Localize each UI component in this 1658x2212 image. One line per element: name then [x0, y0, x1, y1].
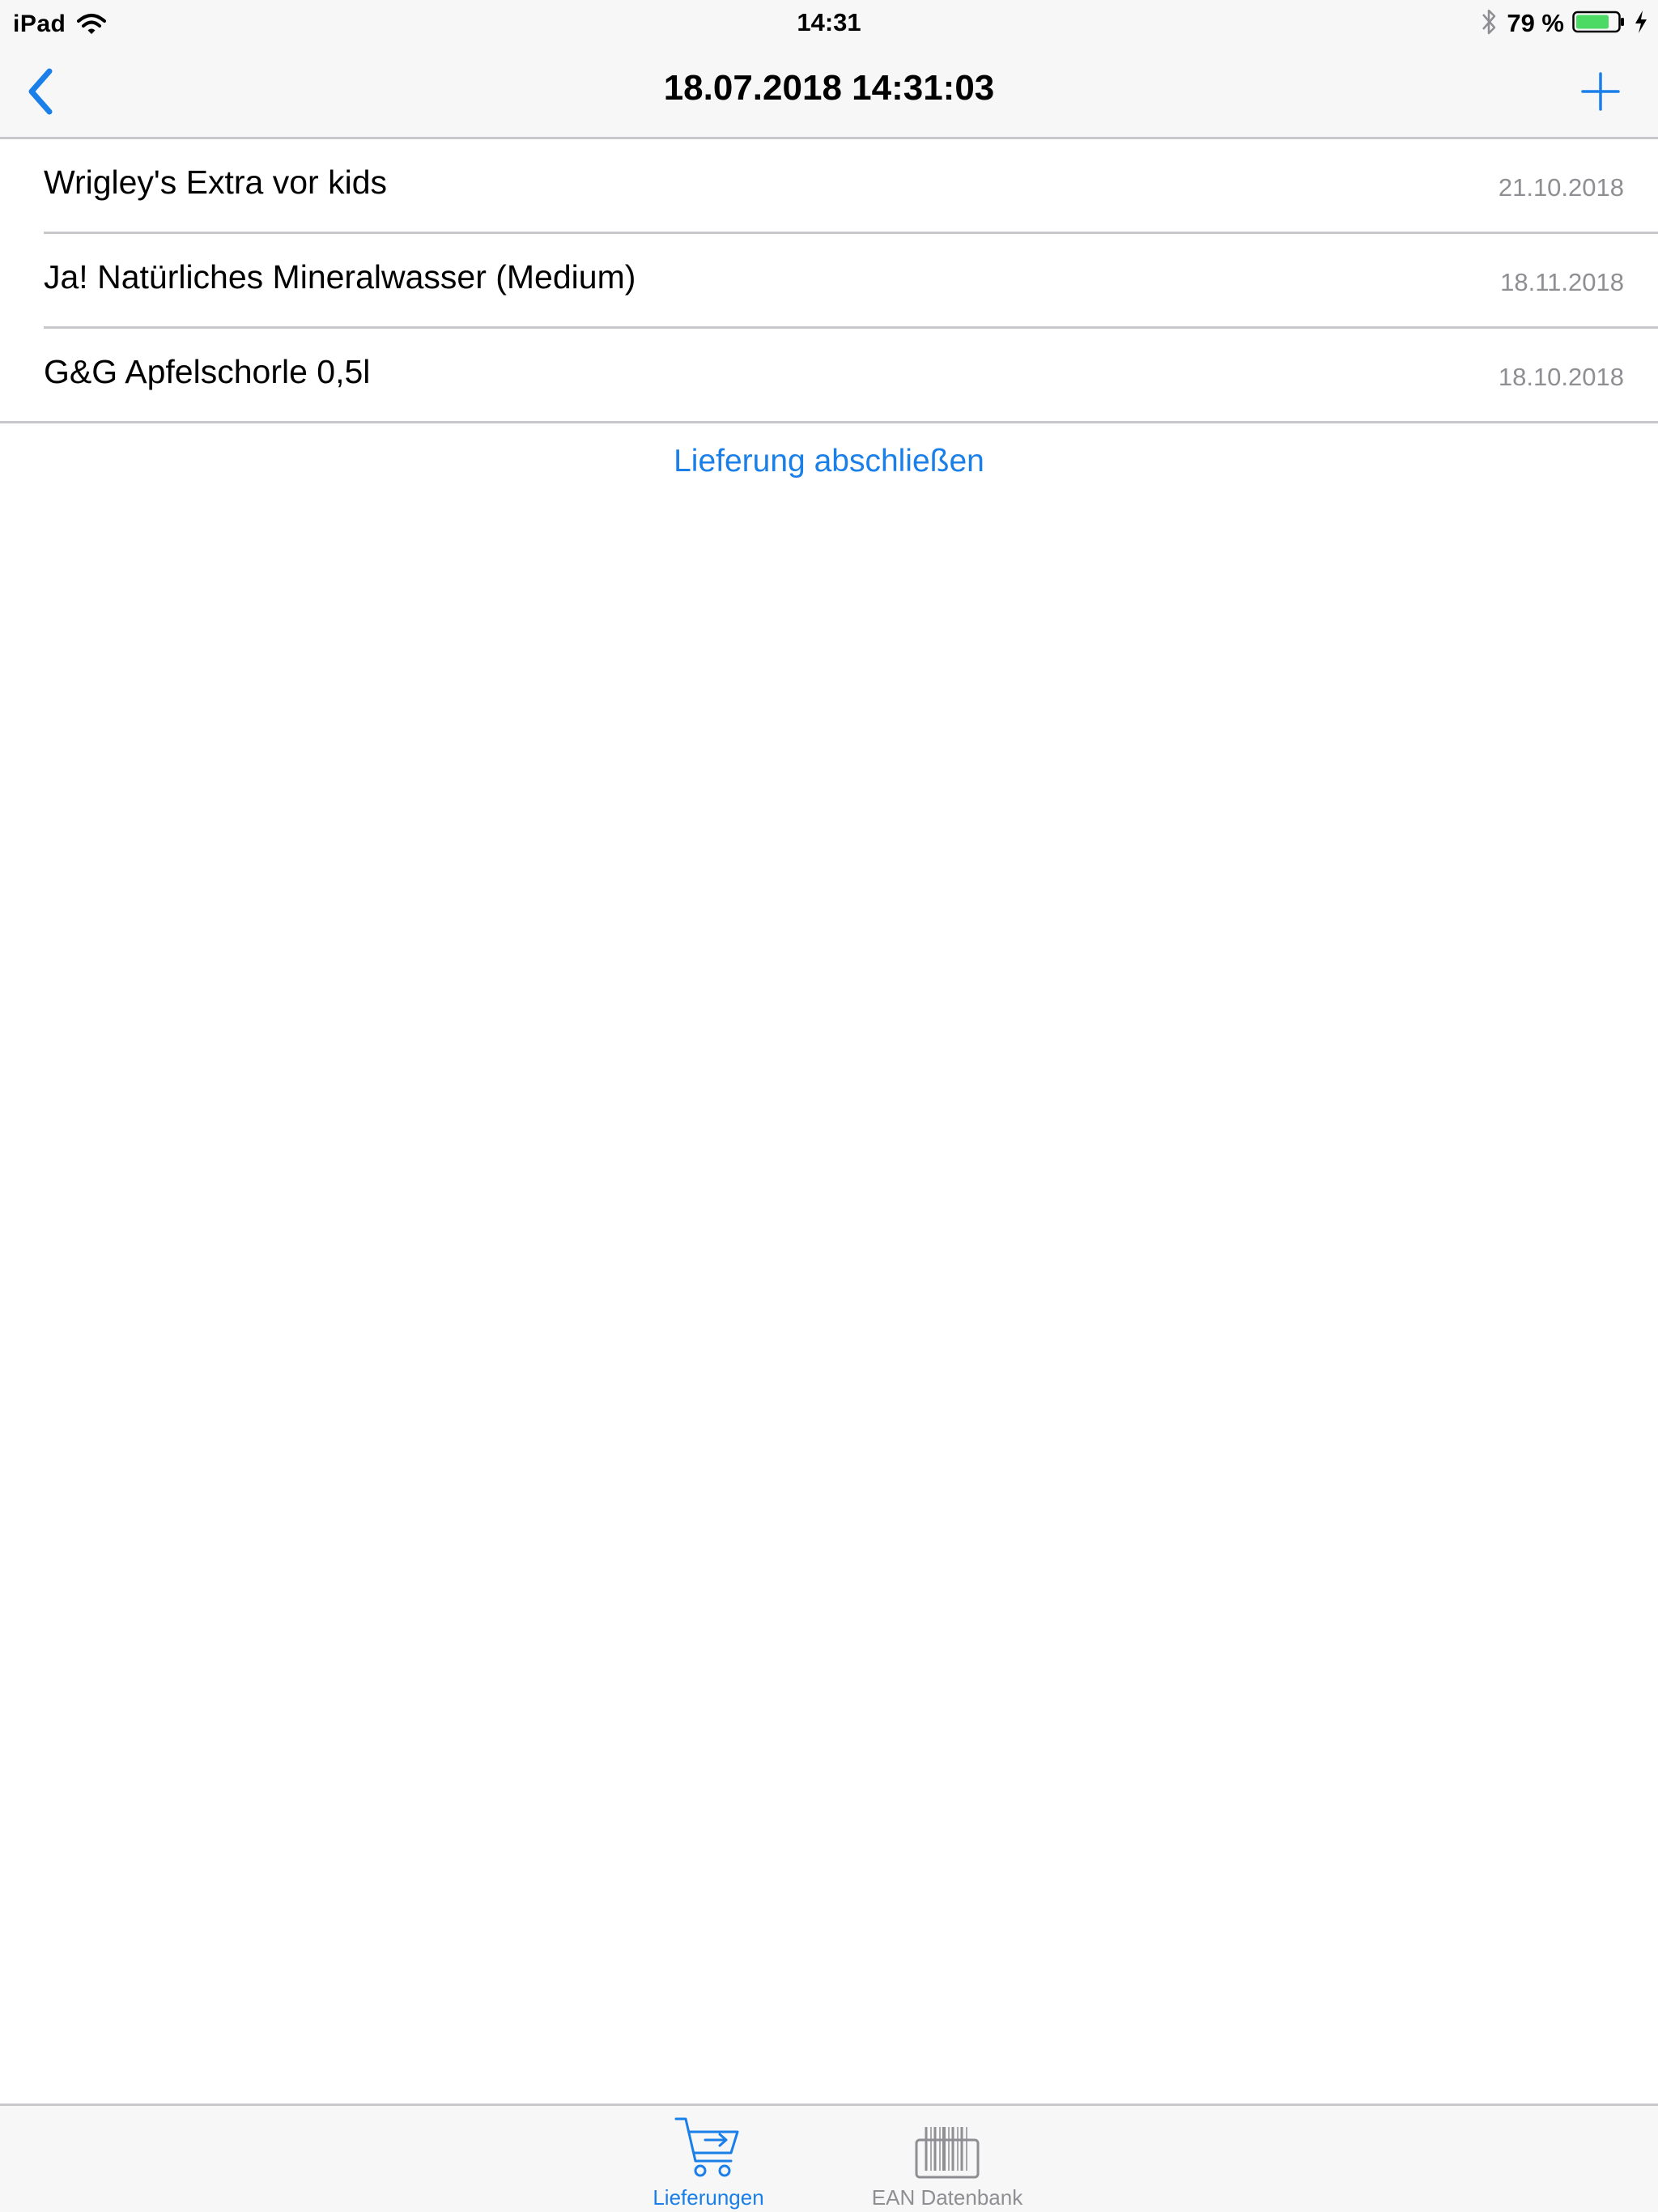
item-name: G&G Apfelschorle 0,5l: [44, 353, 371, 390]
add-button[interactable]: [1572, 63, 1629, 120]
tab-label: Lieferungen: [653, 2185, 764, 2210]
tab-lieferungen[interactable]: Lieferungen: [619, 2109, 797, 2212]
status-bar: iPad 14:31 79 %: [0, 0, 1658, 45]
screen: iPad 14:31 79 % 18.07.2018 14:31:03 Wrig…: [0, 0, 1658, 2212]
charging-bolt-icon: [1634, 10, 1648, 38]
tab-ean-datenbank[interactable]: EAN Datenbank: [858, 2109, 1036, 2212]
tab-label: EAN Datenbank: [871, 2185, 1023, 2210]
tab-bar: Lieferungen EAN Datenbank: [0, 2104, 1658, 2212]
row-separator: [0, 421, 1658, 423]
status-time: 14:31: [797, 8, 861, 36]
item-date: 18.10.2018: [1498, 363, 1624, 391]
item-name: Ja! Natürliches Mineralwasser (Medium): [44, 258, 636, 296]
delivery-item-list: Wrigley's Extra vor kids 21.10.2018 Ja! …: [0, 139, 1658, 423]
battery-icon: [1572, 10, 1626, 38]
page-title: 18.07.2018 14:31:03: [663, 68, 995, 108]
complete-delivery-button[interactable]: Lieferung abschließen: [0, 444, 1658, 479]
battery-percentage: 79 %: [1507, 9, 1564, 37]
plus-icon: [1581, 72, 1620, 111]
item-date: 18.11.2018: [1500, 268, 1624, 296]
navigation-bar: 18.07.2018 14:31:03: [0, 45, 1658, 139]
item-name: Wrigley's Extra vor kids: [44, 164, 387, 201]
list-item[interactable]: G&G Apfelschorle 0,5l 18.10.2018: [0, 329, 1658, 423]
status-right: 79 %: [1481, 6, 1648, 40]
bluetooth-icon: [1481, 7, 1499, 40]
list-item[interactable]: Ja! Natürliches Mineralwasser (Medium) 1…: [0, 234, 1658, 329]
cart-icon: [619, 2109, 797, 2180]
item-date: 21.10.2018: [1498, 173, 1624, 202]
barcode-icon: [858, 2109, 1036, 2180]
list-item[interactable]: Wrigley's Extra vor kids 21.10.2018: [0, 139, 1658, 234]
